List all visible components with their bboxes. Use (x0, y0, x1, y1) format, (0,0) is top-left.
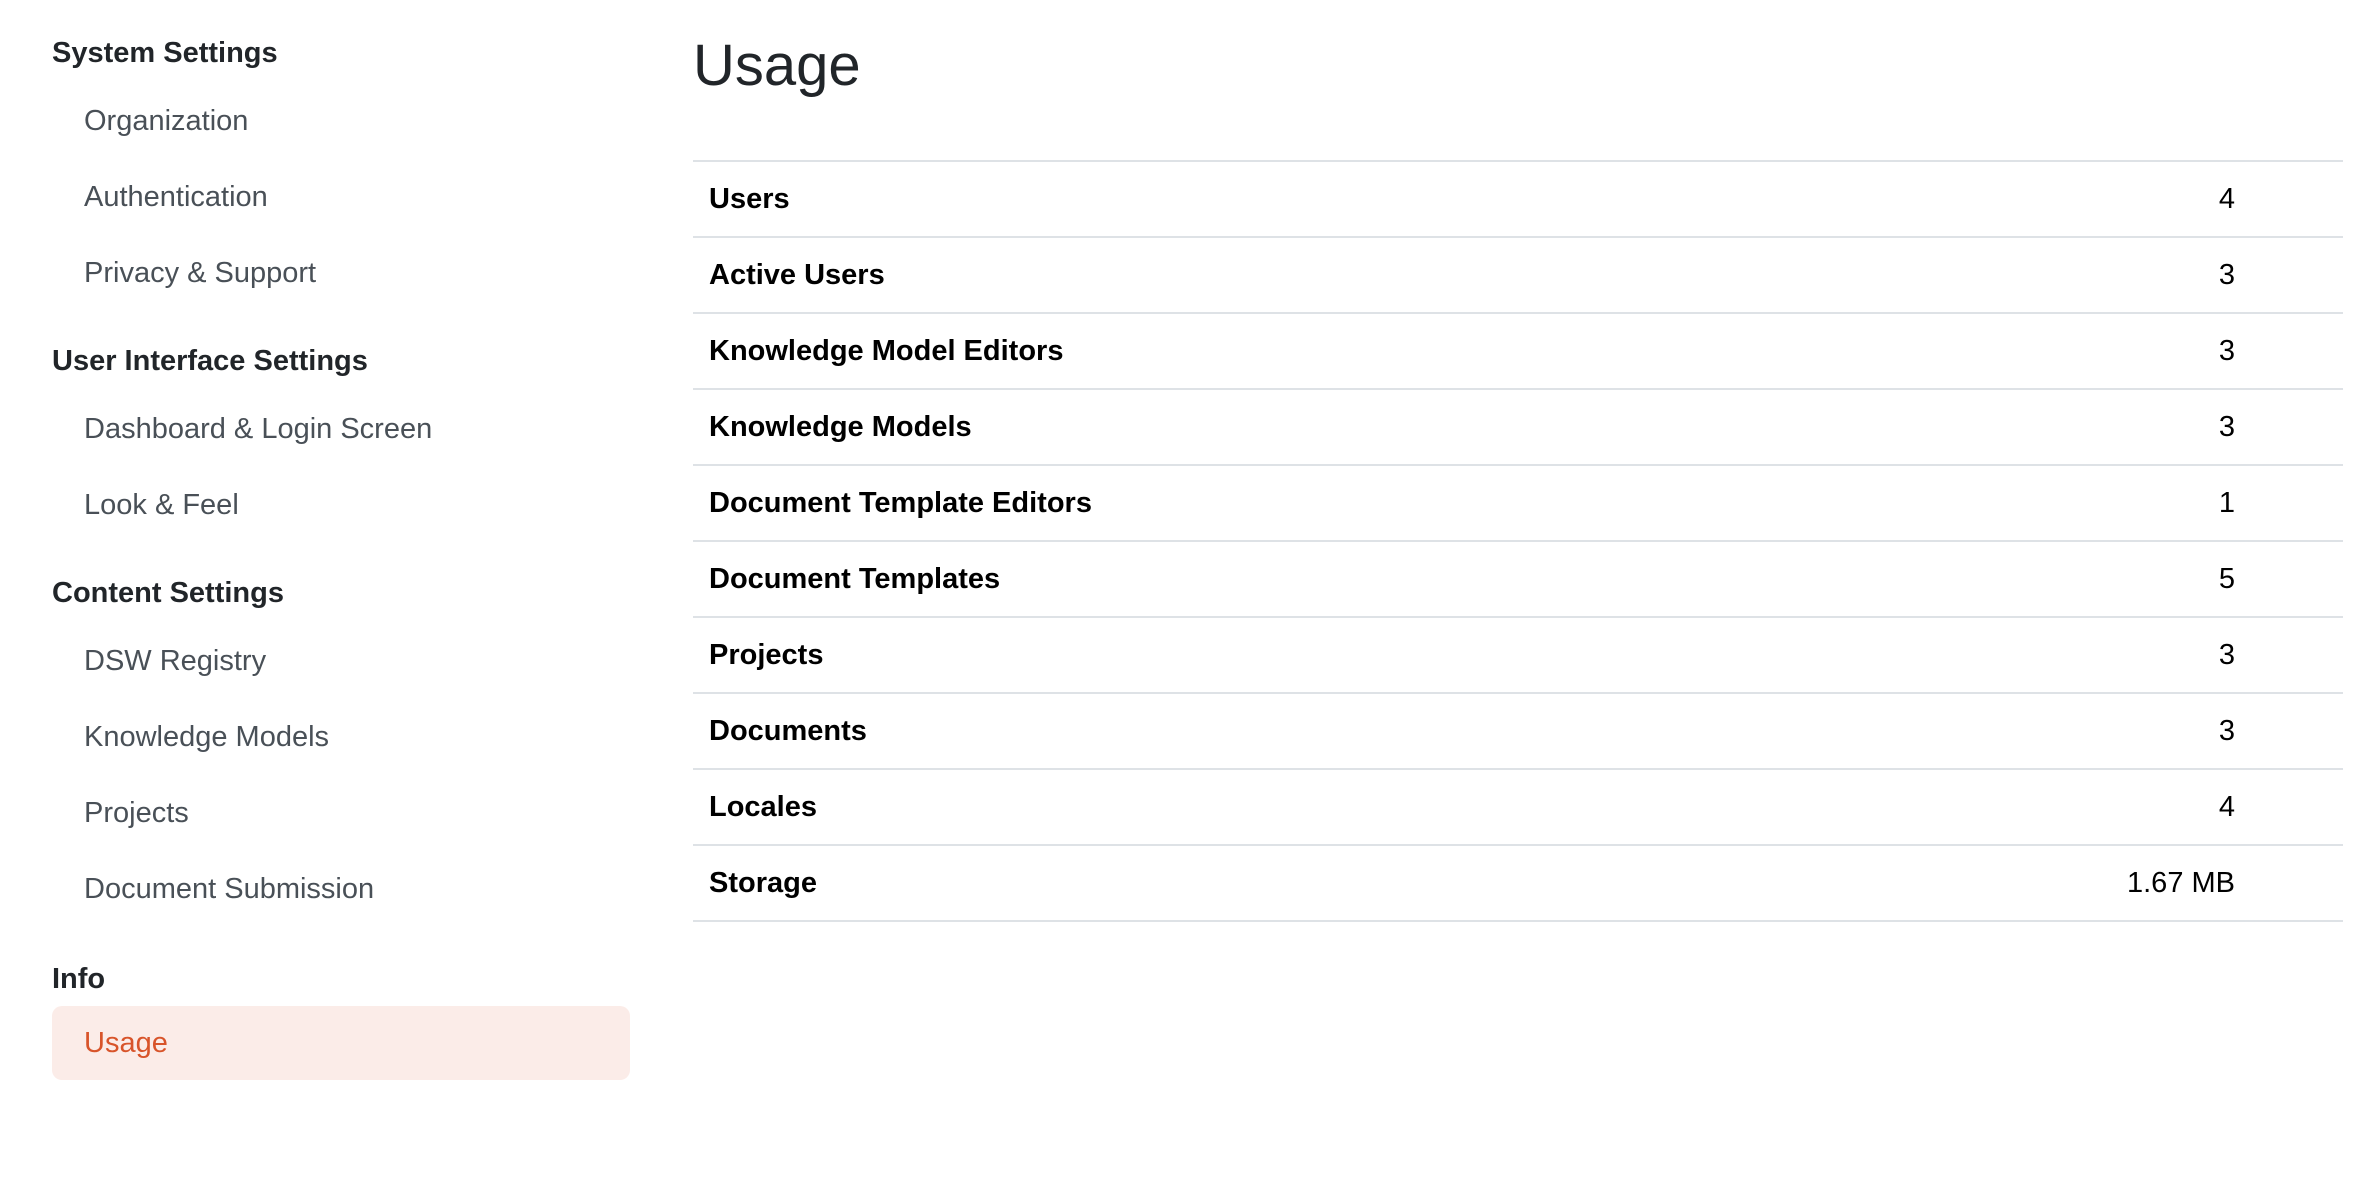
sidebar-section-user-interface-settings: User Interface Settings Dashboard & Logi… (52, 338, 630, 542)
table-row: Knowledge Model Editors 3 (693, 313, 2343, 389)
table-row: Locales 4 (693, 769, 2343, 845)
usage-label: Storage (709, 866, 817, 899)
sidebar-item-organization[interactable]: Organization (52, 84, 630, 158)
usage-value: 3 (2218, 410, 2235, 443)
usage-label: Locales (709, 790, 817, 823)
usage-label: Projects (709, 638, 824, 671)
sidebar-section-title: Info (52, 963, 106, 995)
settings-page: System Settings Organization Authenticat… (0, 0, 2372, 1200)
usage-value: 3 (2218, 638, 2235, 671)
sidebar-nav-list: Usage (52, 1006, 630, 1080)
sidebar-section-title: System Settings (52, 37, 278, 69)
sidebar-nav-list: Dashboard & Login Screen Look & Feel (52, 392, 630, 542)
sidebar-item-look-feel[interactable]: Look & Feel (52, 468, 630, 542)
usage-value: 1 (2218, 486, 2235, 519)
usage-label: Documents (709, 714, 867, 747)
table-row: Document Template Editors 1 (693, 465, 2343, 541)
table-row: Document Templates 5 (693, 541, 2343, 617)
usage-label: Document Templates (709, 562, 1001, 595)
sidebar-section-title: Content Settings (52, 577, 284, 609)
sidebar-section-system-settings: System Settings Organization Authenticat… (52, 30, 630, 310)
usage-label: Users (709, 182, 790, 215)
sidebar-item-dsw-registry[interactable]: DSW Registry (52, 624, 630, 698)
page-title: Usage (693, 33, 861, 98)
table-row: Users 4 (693, 161, 2343, 237)
usage-value: 3 (2218, 258, 2235, 291)
usage-label: Active Users (709, 258, 885, 291)
usage-label: Knowledge Models (709, 410, 972, 443)
usage-value: 5 (2218, 562, 2235, 595)
usage-label: Document Template Editors (709, 486, 1092, 519)
sidebar-nav-list: DSW Registry Knowledge Models Projects D… (52, 624, 630, 926)
sidebar-section-content-settings: Content Settings DSW Registry Knowledge … (52, 570, 630, 926)
main-content: Usage Users 4 Active Users 3 Knowledge M… (693, 30, 2343, 922)
sidebar-item-document-submission[interactable]: Document Submission (52, 852, 630, 926)
sidebar-nav-list: Organization Authentication Privacy & Su… (52, 84, 630, 310)
usage-value: 3 (2218, 334, 2235, 367)
sidebar-item-projects[interactable]: Projects (52, 776, 630, 850)
sidebar-item-knowledge-models[interactable]: Knowledge Models (52, 700, 630, 774)
sidebar-item-privacy-support[interactable]: Privacy & Support (52, 236, 630, 310)
table-row: Active Users 3 (693, 237, 2343, 313)
table-row: Projects 3 (693, 617, 2343, 693)
sidebar-section-info: Info Usage (52, 956, 630, 1080)
usage-label: Knowledge Model Editors (709, 334, 1064, 367)
sidebar-item-dashboard-login-screen[interactable]: Dashboard & Login Screen (52, 392, 630, 466)
sidebar-section-title: User Interface Settings (52, 345, 368, 377)
usage-value: 3 (2218, 714, 2235, 747)
usage-table: Users 4 Active Users 3 Knowledge Model E… (693, 160, 2343, 922)
usage-value: 4 (2218, 790, 2235, 823)
sidebar-item-authentication[interactable]: Authentication (52, 160, 630, 234)
table-row: Storage 1.67 MB (693, 845, 2343, 921)
settings-sidebar: System Settings Organization Authenticat… (52, 30, 630, 1080)
usage-value: 1.67 MB (2127, 866, 2235, 899)
usage-value: 4 (2218, 182, 2235, 215)
table-row: Documents 3 (693, 693, 2343, 769)
sidebar-item-usage[interactable]: Usage (52, 1006, 630, 1080)
table-row: Knowledge Models 3 (693, 389, 2343, 465)
